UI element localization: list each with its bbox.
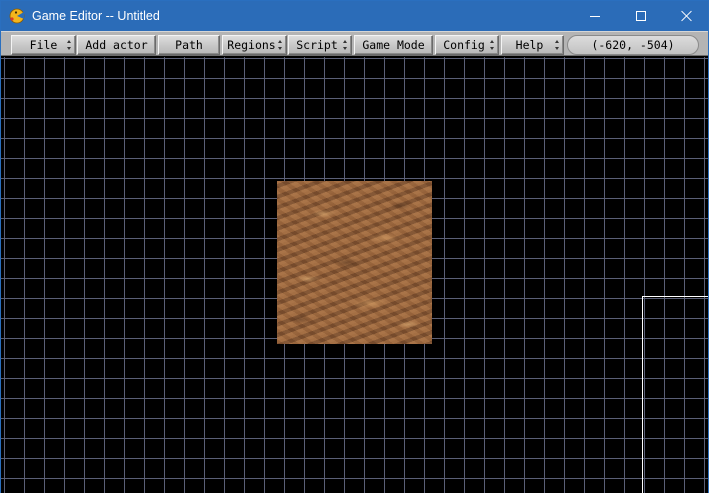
file-menu-label: File — [29, 38, 58, 52]
window-title: Game Editor -- Untitled — [32, 9, 160, 23]
add-actor-button[interactable]: Add actor — [77, 35, 156, 55]
game-mode-label: Game Mode — [362, 38, 425, 52]
help-menu-label: Help — [515, 38, 544, 52]
dropdown-arrows-icon — [490, 40, 495, 50]
dropdown-arrows-icon — [555, 40, 560, 50]
maximize-icon — [636, 11, 646, 21]
close-button[interactable] — [664, 1, 709, 31]
script-menu-button[interactable]: Script — [288, 35, 352, 55]
path-button[interactable]: Path — [158, 35, 220, 55]
game-editor-window: Game Editor -- Untitled File Add actor P… — [0, 0, 709, 493]
path-label: Path — [175, 38, 203, 52]
minimize-button[interactable] — [572, 1, 618, 31]
minimize-icon — [590, 15, 600, 17]
toolbar: File Add actor Path Regions Script Game … — [1, 31, 708, 56]
dropdown-arrows-icon — [278, 40, 283, 50]
close-icon — [681, 10, 693, 22]
pacman-app-icon — [9, 8, 25, 24]
title-bar[interactable]: Game Editor -- Untitled — [1, 1, 708, 31]
editor-canvas[interactable] — [1, 57, 708, 493]
help-menu-button[interactable]: Help — [501, 35, 564, 55]
maximize-button[interactable] — [618, 1, 664, 31]
add-actor-label: Add actor — [85, 38, 148, 52]
game-mode-button[interactable]: Game Mode — [354, 35, 433, 55]
script-menu-label: Script — [296, 38, 338, 52]
file-menu-button[interactable]: File — [11, 35, 76, 55]
game-view-border[interactable] — [642, 296, 708, 493]
config-menu-button[interactable]: Config — [435, 35, 499, 55]
config-menu-label: Config — [443, 38, 485, 52]
dropdown-arrows-icon — [343, 40, 348, 50]
regions-menu-button[interactable]: Regions — [222, 35, 287, 55]
dropdown-arrows-icon — [67, 40, 72, 50]
actor-sprite[interactable] — [277, 181, 432, 344]
regions-menu-label: Regions — [227, 38, 276, 52]
mouse-coordinates-display: (-620, -504) — [567, 35, 699, 55]
